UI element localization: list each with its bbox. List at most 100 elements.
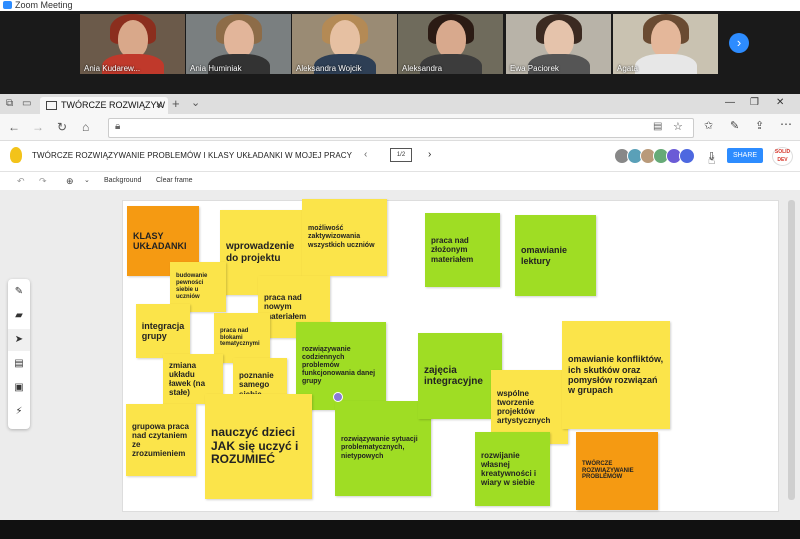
note-text: KLASY UKŁADANKI <box>133 230 187 251</box>
solid-dev-logo: SOLID DEV <box>772 147 793 166</box>
participant-tile[interactable]: Ania Huminiak <box>186 14 291 74</box>
participant-tile[interactable]: Agata <box>613 14 718 74</box>
tab-menu-button[interactable]: ⌄ <box>191 96 200 109</box>
new-tab-button[interactable]: + <box>172 96 180 111</box>
home-button[interactable]: ⌂ <box>82 118 89 136</box>
zoom-window-title: Zoom Meeting <box>15 0 73 10</box>
note-text: rozwijanie własnej kreatywności i wiary … <box>481 450 537 488</box>
note-text: zajęcia integracyjne <box>424 364 483 388</box>
reload-button[interactable]: ↻ <box>57 118 67 136</box>
next-participants-button[interactable]: › <box>729 33 749 53</box>
note-text: omawianie konfliktów, ich skutków oraz p… <box>568 354 664 396</box>
sticky-note[interactable]: nauczyć dzieci JAK się uczyć i ROZUMIEĆ <box>205 394 312 499</box>
eraser-tool-icon[interactable]: ▰ <box>8 305 30 327</box>
participant-tile[interactable]: Ania Kudarew... <box>80 14 185 74</box>
forward-button[interactable]: → <box>32 118 44 136</box>
back-button[interactable]: ← <box>8 118 20 136</box>
browser-tab-active[interactable]: TWÓRCZE ROZWIĄZYW ✕ <box>40 97 168 114</box>
tab-actions-icon[interactable]: ⧉ <box>6 98 13 109</box>
participant-tile[interactable]: Aleksandra Wojcik <box>292 14 397 74</box>
sticky-note[interactable]: rozwijanie własnej kreatywności i wiary … <box>475 432 550 506</box>
participant-name: Aleksandra Wojcik <box>296 64 362 73</box>
tab-list-icon[interactable]: ▭ <box>22 98 31 109</box>
participant-tile[interactable]: Ewa Paciorek <box>506 14 611 74</box>
more-options-icon[interactable]: ⋯ <box>780 117 792 131</box>
sticky-note[interactable]: rozwiązywanie sytuacji problematycznych,… <box>335 401 431 496</box>
background-button[interactable]: Background <box>104 172 141 190</box>
favorite-star-icon[interactable]: ☆ <box>673 120 683 133</box>
pen-icon[interactable]: ✎ <box>730 119 739 132</box>
sticky-note[interactable]: TWÓRCZE ROZWIĄZYWANIE PROBLEMÓW <box>576 432 658 510</box>
participant-name: Aleksandra <box>402 64 443 73</box>
zoom-app-icon <box>3 1 12 9</box>
sticky-note[interactable]: integracja grupy <box>136 304 190 358</box>
chevron-right-icon: › <box>736 35 742 50</box>
tool-palette: ✎ ▰ ➤ ▤ ▣ ⚡︎ <box>8 279 30 429</box>
collaborator-cursor <box>333 392 343 402</box>
note-text: rozwiązywanie sytuacji problematycznych,… <box>341 436 418 460</box>
zoom-icon[interactable]: ⊕ <box>66 172 74 190</box>
note-text: TWÓRCZE ROZWIĄZYWANIE PROBLEMÓW <box>582 460 634 481</box>
share-browser-icon[interactable]: ⇪ <box>755 119 764 132</box>
bottom-bar <box>0 520 800 539</box>
participant-face <box>118 20 148 58</box>
maximize-button[interactable]: ❐ <box>750 97 759 108</box>
pen-tool-icon[interactable]: ✎ <box>8 281 30 303</box>
note-text: omawianie lektury <box>521 245 568 266</box>
zoom-title-bar: Zoom Meeting <box>0 0 800 11</box>
participant-face <box>651 20 681 58</box>
clear-frame-button[interactable]: Clear frame <box>156 172 193 190</box>
note-text: praca nad złożonym materiałem <box>431 236 474 264</box>
close-tab-icon[interactable]: ✕ <box>155 97 163 114</box>
undo-icon[interactable]: ↶ <box>17 172 25 190</box>
participant-face <box>544 20 574 58</box>
reading-view-icon[interactable]: ▤ <box>653 121 662 132</box>
url-input[interactable]: 🔒︎ ▤ ☆ <box>108 118 694 138</box>
note-text: praca nad blokami tematycznymi <box>220 327 260 348</box>
vertical-scrollbar[interactable] <box>788 200 795 500</box>
participant-tile[interactable]: Aleksandra <box>398 14 503 74</box>
redo-icon[interactable]: ↷ <box>39 172 47 190</box>
lightbulb-icon <box>10 147 22 163</box>
participant-name: Ania Huminiak <box>190 64 242 73</box>
note-text: rozwiązywanie codziennych problemów funk… <box>302 345 376 386</box>
video-strip: Ania Kudarew... Ania Huminiak Aleksandra… <box>0 11 800 94</box>
sticky-note[interactable]: możliwość zaktywizowania wszystkich uczn… <box>302 199 387 276</box>
select-tool-icon[interactable]: ➤ <box>8 329 30 351</box>
image-tool-icon[interactable]: ▣ <box>8 377 30 399</box>
next-page-icon[interactable]: › <box>428 149 431 160</box>
note-text: możliwość zaktywizowania wszystkich uczn… <box>308 225 375 249</box>
board-toolbar: ↶ ↷ ⊕ ⌄ Background Clear frame <box>0 172 800 190</box>
close-button[interactable]: ✕ <box>776 97 784 108</box>
participant-face <box>436 20 466 58</box>
document-title: TWÓRCZE ROZWIĄZYWANIE PROBLEMÓW I KLASY … <box>32 151 353 160</box>
page-icon <box>46 101 57 111</box>
avatar[interactable] <box>679 148 695 164</box>
sticky-note[interactable]: praca nad złożonym materiałem <box>425 213 500 287</box>
note-text: grupowa praca nad czytaniem ze zrozumien… <box>132 421 189 459</box>
note-text: budowanie pewności siebie u uczniów <box>176 273 208 300</box>
note-text: nauczyć dzieci JAK się uczyć i ROZUMIEĆ <box>211 424 299 467</box>
page-indicator[interactable]: 1/2 <box>390 148 412 162</box>
laser-tool-icon[interactable]: ⚡︎ <box>8 401 30 423</box>
lock-icon: 🔒︎ <box>115 121 121 132</box>
minimize-button[interactable]: — <box>725 97 735 108</box>
prev-page-icon[interactable]: ‹ <box>364 149 367 160</box>
share-label: SHARE <box>732 152 758 159</box>
note-text: zmiana układu ławek (na stałe) <box>169 360 206 398</box>
sticky-note[interactable]: omawianie lektury <box>515 215 596 296</box>
share-button[interactable]: SHARE <box>727 148 763 163</box>
favorites-icon[interactable]: ✩ <box>704 119 713 132</box>
note-text: wprowadzenie do projektu <box>226 241 295 264</box>
participant-name: Ania Kudarew... <box>84 64 141 73</box>
sticky-note[interactable]: grupowa praca nad czytaniem ze zrozumien… <box>126 404 196 476</box>
sticky-note[interactable]: omawianie konfliktów, ich skutków oraz p… <box>562 321 670 429</box>
sticky-note[interactable]: zajęcia integracyjne <box>418 333 502 419</box>
tab-title: TWÓRCZE ROZWIĄZYW <box>61 100 165 110</box>
note-text: praca nad nowym materiałem <box>264 293 307 321</box>
participant-name: Agata <box>617 64 638 73</box>
zoom-dropdown-icon[interactable]: ⌄ <box>84 172 90 190</box>
participant-face <box>330 20 360 58</box>
participant-body <box>635 54 697 74</box>
sticky-note-tool-icon[interactable]: ▤ <box>8 353 30 375</box>
